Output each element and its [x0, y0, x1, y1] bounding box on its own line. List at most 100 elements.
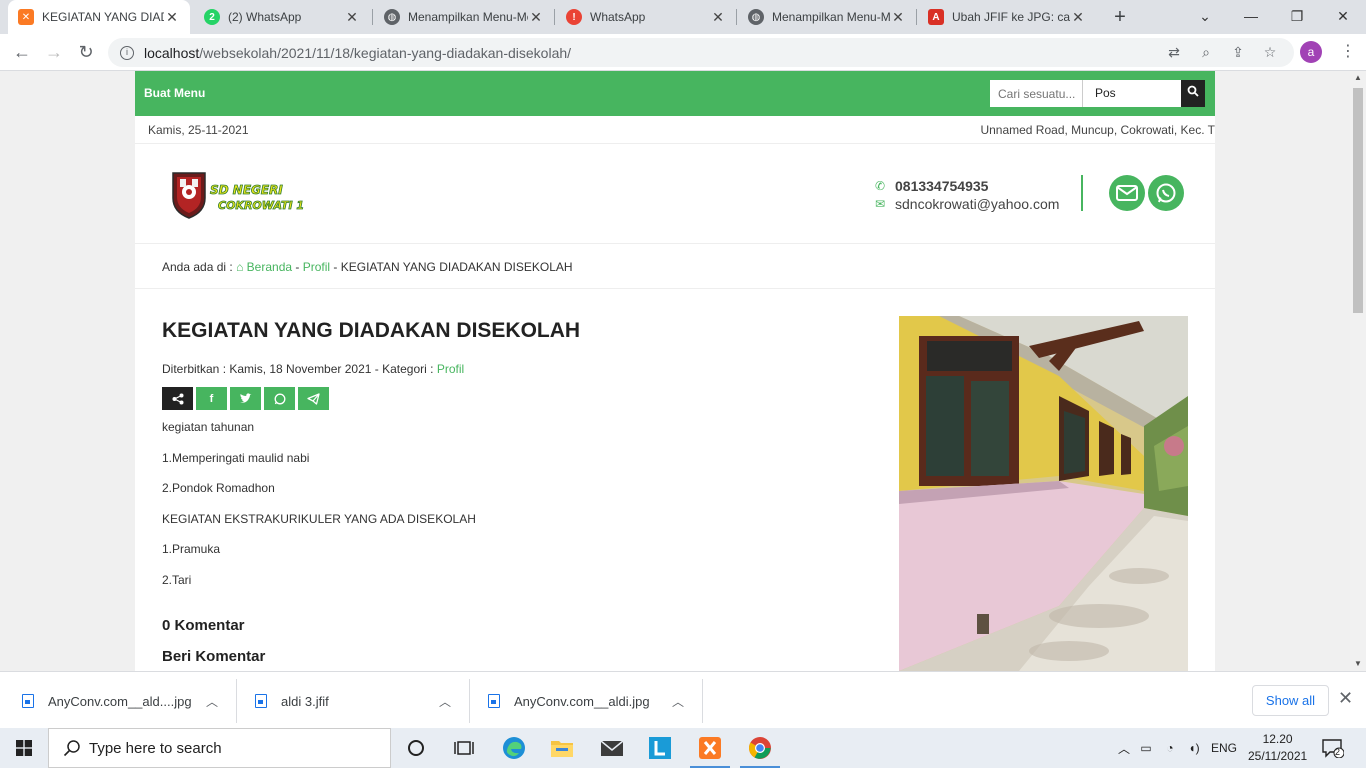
tab-separator — [554, 9, 555, 25]
whatsapp-share-button[interactable] — [264, 387, 295, 410]
scrollbar-thumb[interactable] — [1353, 88, 1363, 313]
svg-text:COKROWATI 1: COKROWATI 1 — [218, 199, 304, 212]
page-scrollbar[interactable]: ▲ ▼ — [1350, 71, 1366, 671]
forward-arrow-icon[interactable]: → — [40, 38, 68, 66]
minimize-button[interactable]: — — [1228, 0, 1274, 34]
chevron-up-icon[interactable]: ︿ — [439, 693, 451, 710]
reload-icon[interactable]: ↻ — [72, 38, 100, 66]
start-button[interactable] — [0, 728, 48, 768]
l-app-icon — [649, 737, 671, 759]
whatsapp-icon: 2 — [204, 9, 220, 25]
comments-count: 0 Komentar — [162, 617, 245, 634]
download-item[interactable]: aldi 3.jfif ︿ — [237, 679, 470, 723]
edge-icon — [503, 737, 525, 759]
tab-close-icon[interactable]: ✕ — [344, 9, 360, 26]
scroll-up-icon[interactable]: ▲ — [1350, 71, 1366, 85]
volume-icon[interactable]: ◖) — [1182, 741, 1206, 755]
bookmark-star-icon[interactable]: ☆ — [1254, 44, 1286, 61]
restore-button[interactable]: ❐ — [1274, 0, 1320, 34]
close-window-button[interactable]: ✕ — [1320, 0, 1366, 34]
launcher-app[interactable] — [636, 728, 684, 768]
site-container: Buat Menu Pos Kamis, 25-11-2021 Unnamed … — [135, 71, 1215, 671]
site-search-input[interactable] — [990, 80, 1082, 107]
tab-close-icon[interactable]: ✕ — [164, 9, 180, 26]
back-arrow-icon[interactable]: ← — [8, 38, 36, 66]
close-download-bar-icon[interactable]: ✕ — [1338, 688, 1353, 709]
scroll-down-icon[interactable]: ▼ — [1350, 657, 1366, 671]
profile-avatar[interactable]: a — [1300, 41, 1322, 63]
svg-text:SD NEGERI: SD NEGERI — [210, 183, 283, 197]
whatsapp-button[interactable] — [1148, 175, 1184, 211]
image-file-icon — [255, 694, 267, 708]
school-logo[interactable]: SD NEGERI COKROWATI 1 — [168, 170, 318, 220]
search-button[interactable] — [1181, 80, 1205, 107]
share-page-icon[interactable]: ⇪ — [1222, 44, 1254, 61]
share-buttons: f — [162, 387, 329, 410]
alert-icon: ! — [566, 9, 582, 25]
zoom-icon[interactable]: ⌕ — [1190, 44, 1222, 61]
search-icon — [63, 740, 80, 757]
omnibox-actions: ⇄ ⌕ ⇪ ☆ — [1158, 38, 1286, 67]
cortana-button[interactable] — [392, 728, 440, 768]
email-row: ✉ sdncokrowati@yahoo.com — [875, 195, 1059, 213]
post-category-link[interactable]: Profil — [437, 362, 464, 376]
edge-app[interactable] — [490, 728, 538, 768]
facebook-share-button[interactable]: f — [196, 387, 227, 410]
breadcrumb-category-link[interactable]: Profil — [303, 260, 330, 274]
tab-close-icon[interactable]: ✕ — [1070, 9, 1086, 26]
post-paragraph: 1.Memperingati maulid nabi — [162, 450, 310, 465]
tab-kegiatan[interactable]: ✕ KEGIATAN YANG DIADAKAN ✕ — [8, 0, 190, 34]
phone-icon: ✆ — [875, 179, 886, 193]
email-address[interactable]: sdncokrowati@yahoo.com — [895, 196, 1059, 212]
tab-search-chevron-icon[interactable]: ⌄ — [1182, 0, 1228, 34]
download-item[interactable]: AnyConv.com__aldi.jpg ︿ — [470, 679, 703, 723]
info-icon[interactable]: i — [120, 45, 134, 60]
address-bar[interactable]: i localhost/websekolah/2021/11/18/kegiat… — [108, 38, 1294, 67]
contact-divider — [1081, 175, 1083, 211]
twitter-share-button[interactable] — [230, 387, 261, 410]
xampp-icon: ✕ — [18, 9, 34, 25]
wifi-icon[interactable]: ◔ — [1158, 741, 1182, 755]
telegram-share-button[interactable] — [298, 387, 329, 410]
chevron-up-icon[interactable]: ︿ — [672, 693, 684, 710]
browser-menu-icon[interactable]: ⋮ — [1338, 38, 1358, 66]
post-paragraph: kegiatan tahunan — [162, 420, 255, 434]
tab-close-icon[interactable]: ✕ — [710, 9, 726, 26]
translate-icon[interactable]: ⇄ — [1158, 44, 1190, 61]
download-item[interactable]: AnyConv.com__ald....jpg ︿ — [0, 679, 237, 723]
tab-ubah-jfif[interactable]: A Ubah JFIF ke JPG: cara ✕ — [918, 0, 1096, 34]
tab-whatsapp-1[interactable]: 2 (2) WhatsApp ✕ — [194, 0, 370, 34]
battery-icon[interactable]: ▭ — [1134, 741, 1158, 755]
breadcrumb-home-link[interactable]: Beranda — [247, 260, 292, 274]
task-view-button[interactable] — [440, 728, 488, 768]
chrome-app[interactable] — [736, 728, 784, 768]
notification-center-button[interactable]: 2 — [1322, 738, 1345, 759]
home-icon: ⌂ — [236, 260, 244, 274]
post-featured-image[interactable] — [899, 316, 1188, 671]
chevron-up-icon[interactable]: ︿ — [1114, 740, 1134, 757]
menu-toggle[interactable]: Buat Menu — [144, 86, 205, 100]
search-type-select[interactable]: Pos — [1082, 80, 1181, 107]
new-tab-button[interactable]: + — [1108, 4, 1132, 30]
taskbar-clock[interactable]: 12.20 25/11/2021 — [1248, 731, 1307, 765]
post-paragraph: KEGIATAN EKSTRAKURIKULER YANG ADA DISEKO… — [162, 511, 476, 526]
post-paragraph: 2.Pondok Romadhon — [162, 481, 275, 495]
email-button[interactable] — [1109, 175, 1145, 211]
phone-number[interactable]: 081334754935 — [895, 178, 988, 194]
file-explorer-app[interactable] — [538, 728, 586, 768]
taskbar-search-box[interactable]: Type here to search — [48, 728, 391, 768]
tab-menampilkan-2[interactable]: ◍ Menampilkan Menu-Menu ✕ — [738, 0, 916, 34]
tab-close-icon[interactable]: ✕ — [890, 9, 906, 26]
facebook-icon: f — [209, 392, 214, 405]
tab-whatsapp-2[interactable]: ! WhatsApp ✕ — [556, 0, 736, 34]
tab-menampilkan-1[interactable]: ◍ Menampilkan Menu-Menu ✕ — [374, 0, 554, 34]
share-button[interactable] — [162, 387, 193, 410]
mail-app[interactable] — [588, 728, 636, 768]
xampp-app[interactable] — [686, 728, 734, 768]
tab-close-icon[interactable]: ✕ — [528, 9, 544, 26]
show-all-downloads-button[interactable]: Show all — [1252, 685, 1329, 716]
chevron-up-icon[interactable]: ︿ — [206, 693, 218, 710]
telegram-icon — [307, 392, 320, 405]
site-menubar: Buat Menu Pos — [135, 71, 1215, 116]
language-indicator[interactable]: ENG — [1206, 741, 1242, 755]
